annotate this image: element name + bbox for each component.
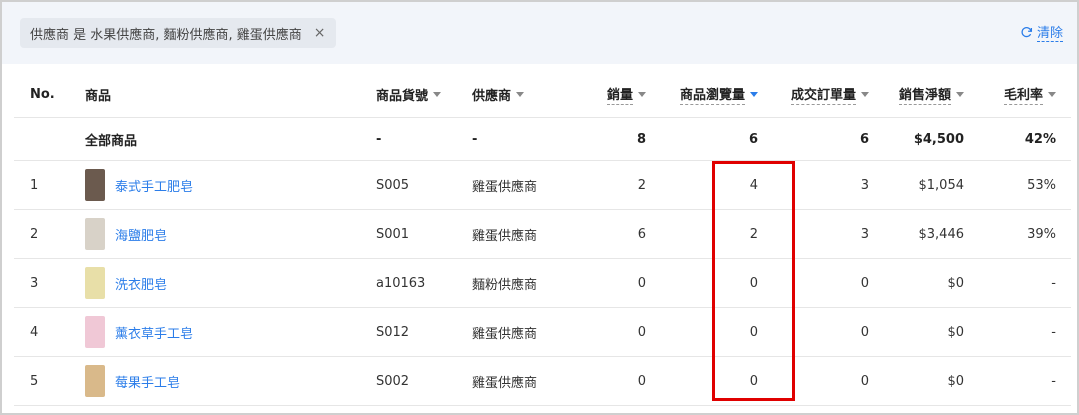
- col-header-supplier-label: 供應商: [472, 89, 512, 104]
- row-supplier: 雞蛋供應商: [472, 375, 538, 391]
- product-link[interactable]: 海鹽肥皂: [115, 225, 167, 244]
- col-header-qty-label: 銷量: [606, 84, 633, 105]
- row-orders: 0: [860, 275, 869, 291]
- product-cell: 泰式手工肥皂: [85, 161, 193, 209]
- row-net-sales: $0: [947, 275, 964, 291]
- product-link[interactable]: 薰衣草手工皂: [115, 323, 193, 342]
- row-sku: S002: [376, 373, 410, 389]
- table-row: 4 薰衣草手工皂 S012 雞蛋供應商 0 0 0 $0 -: [14, 308, 1071, 357]
- product-cell: 海鹽肥皂: [85, 210, 167, 258]
- row-no: 2: [30, 226, 39, 242]
- row-margin: -: [1051, 324, 1056, 340]
- row-sku: S001: [376, 226, 410, 242]
- summary-sku: -: [376, 131, 382, 147]
- row-sku: S005: [376, 177, 410, 193]
- caret-down-icon: [516, 92, 525, 97]
- table-header: No. 商品 商品貨號 供應商 銷量 商品瀏覽量 成交訂單量 銷售淨額 毛利率: [14, 72, 1071, 118]
- col-header-views-label: 商品瀏覽量: [679, 84, 745, 105]
- row-orders: 3: [860, 177, 869, 193]
- product-cell: 薰衣草手工皂: [85, 308, 193, 356]
- col-header-qty[interactable]: 銷量: [606, 72, 646, 117]
- close-icon[interactable]: ×: [314, 25, 326, 41]
- row-margin: 53%: [1027, 177, 1056, 193]
- row-no: 3: [30, 275, 39, 291]
- col-header-orders-label: 成交訂單量: [790, 84, 856, 105]
- row-no: 1: [30, 177, 39, 193]
- summary-supplier: -: [472, 131, 478, 147]
- supplier-filter-chip[interactable]: 供應商 是 水果供應商, 麵粉供應商, 雞蛋供應商 ×: [20, 18, 336, 48]
- col-header-views[interactable]: 商品瀏覽量: [679, 72, 758, 117]
- row-supplier: 麵粉供應商: [472, 277, 538, 293]
- col-header-sku-label: 商品貨號: [376, 89, 429, 104]
- row-no: 4: [30, 324, 39, 340]
- row-net-sales: $3,446: [918, 226, 965, 242]
- row-supplier: 雞蛋供應商: [472, 326, 538, 342]
- row-margin: 39%: [1027, 226, 1056, 242]
- col-header-net-sales[interactable]: 銷售淨額: [898, 72, 964, 117]
- clear-filters-button[interactable]: 清除: [1020, 22, 1063, 42]
- col-header-margin[interactable]: 毛利率: [1003, 72, 1056, 117]
- table-row: 2 海鹽肥皂 S001 雞蛋供應商 6 2 3 $3,446 39%: [14, 210, 1071, 259]
- table-row: 3 洗衣肥皂 a10163 麵粉供應商 0 0 0 $0 -: [14, 259, 1071, 308]
- views-column-highlight-box: [712, 161, 795, 401]
- summary-net-sales: $4,500: [913, 131, 964, 147]
- row-supplier: 雞蛋供應商: [472, 179, 538, 195]
- row-qty: 0: [637, 275, 646, 291]
- product-thumbnail: [85, 267, 105, 299]
- sort-desc-icon: [750, 92, 758, 97]
- row-orders: 0: [860, 324, 869, 340]
- row-orders: 3: [860, 226, 869, 242]
- summary-row: 全部商品 - - 8 6 6 $4,500 42%: [14, 118, 1071, 161]
- caret-down-icon: [861, 92, 869, 97]
- row-net-sales: $0: [947, 373, 964, 389]
- summary-orders: 6: [859, 131, 869, 147]
- row-sku: S012: [376, 324, 410, 340]
- product-link[interactable]: 洗衣肥皂: [115, 274, 167, 293]
- clear-label: 清除: [1036, 22, 1063, 42]
- row-net-sales: $0: [947, 324, 964, 340]
- summary-product: 全部商品: [85, 133, 138, 149]
- row-margin: -: [1051, 275, 1056, 291]
- filter-bar: 供應商 是 水果供應商, 麵粉供應商, 雞蛋供應商 × 清除: [2, 2, 1077, 64]
- col-header-margin-label: 毛利率: [1003, 84, 1043, 105]
- caret-down-icon: [956, 92, 964, 97]
- col-header-product: 商品: [85, 89, 112, 104]
- col-header-supplier[interactable]: 供應商: [472, 72, 525, 117]
- product-cell: 莓果手工皂: [85, 357, 180, 405]
- product-thumbnail: [85, 169, 105, 201]
- refresh-icon: [1021, 26, 1033, 37]
- summary-qty: 8: [636, 131, 646, 147]
- summary-views: 6: [748, 131, 758, 147]
- row-qty: 2: [637, 177, 646, 193]
- table-row: 5 莓果手工皂 S002 雞蛋供應商 0 0 0 $0 -: [14, 357, 1071, 406]
- filter-chip-text: 供應商 是 水果供應商, 麵粉供應商, 雞蛋供應商: [30, 27, 302, 43]
- summary-margin: 42%: [1024, 131, 1056, 147]
- report-frame: 供應商 是 水果供應商, 麵粉供應商, 雞蛋供應商 × 清除 No. 商品 商品…: [0, 0, 1079, 415]
- product-link[interactable]: 泰式手工肥皂: [115, 176, 193, 195]
- caret-down-icon: [638, 92, 646, 97]
- col-header-sku[interactable]: 商品貨號: [376, 72, 442, 117]
- row-qty: 6: [637, 226, 646, 242]
- row-sku: a10163: [376, 275, 426, 291]
- row-net-sales: $1,054: [918, 177, 965, 193]
- product-link[interactable]: 莓果手工皂: [115, 372, 180, 391]
- row-qty: 0: [637, 373, 646, 389]
- col-header-orders[interactable]: 成交訂單量: [790, 72, 869, 117]
- table-row: 1 泰式手工肥皂 S005 雞蛋供應商 2 4 3 $1,054 53%: [14, 161, 1071, 210]
- col-header-no: No.: [30, 87, 55, 102]
- product-cell: 洗衣肥皂: [85, 259, 167, 307]
- product-thumbnail: [85, 218, 105, 250]
- row-orders: 0: [860, 373, 869, 389]
- row-no: 5: [30, 373, 39, 389]
- product-thumbnail: [85, 365, 105, 397]
- row-qty: 0: [637, 324, 646, 340]
- caret-down-icon: [433, 92, 442, 97]
- caret-down-icon: [1048, 92, 1056, 97]
- row-margin: -: [1051, 373, 1056, 389]
- col-header-net-sales-label: 銷售淨額: [898, 84, 951, 105]
- product-thumbnail: [85, 316, 105, 348]
- row-supplier: 雞蛋供應商: [472, 228, 538, 244]
